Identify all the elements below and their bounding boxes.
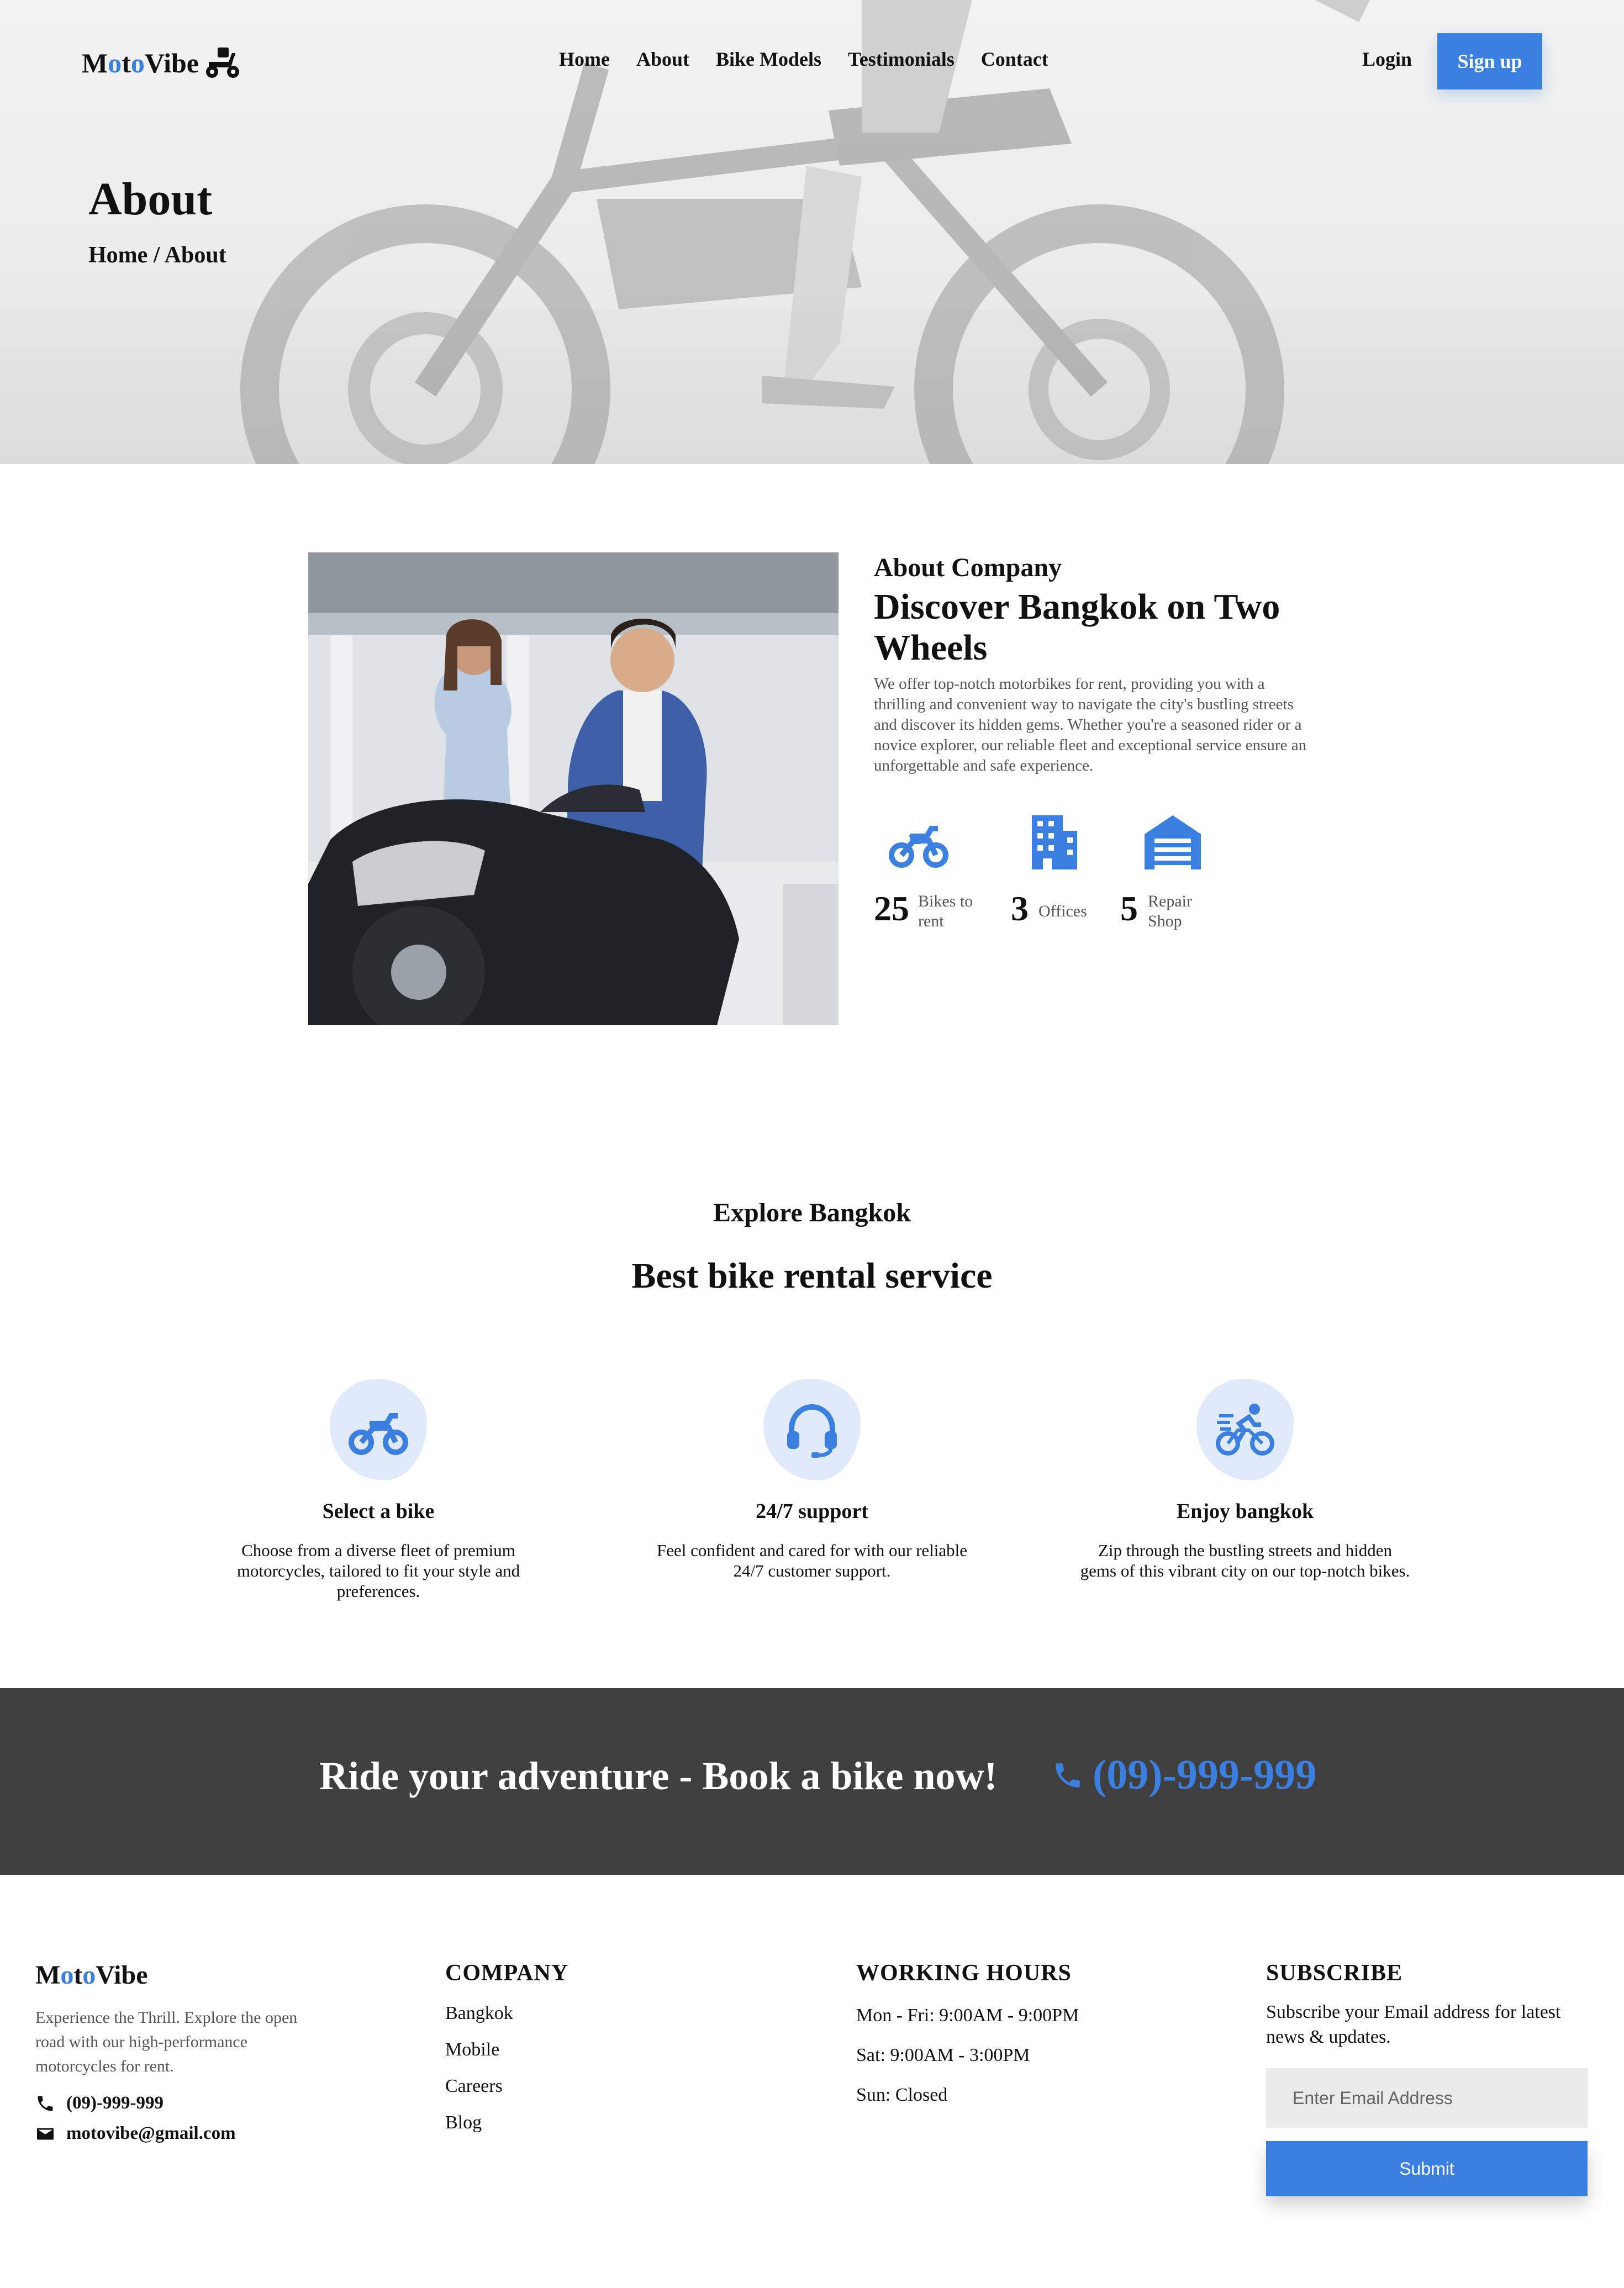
subscribe-description: Subscribe your Email address for latest …: [1266, 2002, 1561, 2047]
showroom-photo: [308, 552, 839, 1025]
service-card-select-bike: Select a bike Choose from a diverse flee…: [213, 1379, 544, 1601]
footer-tagline: Experience the Thrill. Explore the open …: [35, 2008, 298, 2075]
service-icon-bg: [1196, 1379, 1294, 1480]
login-link[interactable]: Login: [1362, 48, 1412, 71]
service-icon-bg: [330, 1379, 427, 1480]
footer-company-column: COMPANY Bangkok Mobile Careers Blog: [445, 1960, 568, 2133]
services-heading: Best bike rental service: [631, 1256, 993, 1296]
services-eyebrow: Explore Bangkok: [713, 1198, 911, 1227]
footer-subscribe-column: SUBSCRIBE Subscribe your Email address f…: [1266, 1960, 1624, 2196]
footer-link-careers[interactable]: Careers: [445, 2076, 568, 2097]
breadcrumb: Home / About: [88, 242, 226, 268]
footer-subscribe-heading: SUBSCRIBE: [1266, 1960, 1403, 1986]
stat-bikes-label: Bikes to rent: [918, 892, 973, 930]
cta-phone-number[interactable]: (09)-999-999: [1093, 1751, 1316, 1799]
signup-button[interactable]: Sign up: [1437, 33, 1542, 89]
about-eyebrow: About Company: [874, 553, 1062, 582]
footer-hours-column: WORKING HOURS Mon - Fri: 9:00AM - 9:00PM…: [856, 1960, 1079, 2106]
logo-text: t: [73, 1960, 83, 1990]
brand-logo[interactable]: Mo t o Vibe: [82, 45, 243, 81]
logo-text: Vibe: [96, 1960, 148, 1990]
mail-icon: [37, 2128, 54, 2139]
scooter-icon: [206, 48, 240, 78]
service-description: Feel confident and cared for with our re…: [656, 1541, 968, 1580]
stat-repair-label: Repair Shop: [1148, 892, 1192, 930]
service-title: Enjoy bangkok: [1176, 1500, 1314, 1523]
nav-link-contact[interactable]: Contact: [981, 48, 1048, 71]
footer-logo[interactable]: MotoVibe: [35, 1960, 323, 1990]
hours-sunday: Sun: Closed: [856, 2085, 948, 2105]
about-description: We offer top-notch motorbikes for rent, …: [874, 675, 1307, 774]
logo-text-accent: o: [82, 1960, 96, 1990]
logo-text: M: [35, 1960, 61, 1990]
logo-text-accent: o: [108, 48, 122, 78]
service-description: Zip through the bustling streets and hid…: [1080, 1541, 1410, 1580]
service-card-enjoy: Enjoy bangkok Zip through the bustling s…: [1079, 1379, 1411, 1581]
footer-link-mobile[interactable]: Mobile: [445, 2039, 568, 2060]
service-title: 24/7 support: [756, 1500, 868, 1523]
footer-phone[interactable]: (09)-999-999: [35, 2093, 323, 2113]
cta-phone[interactable]: (09)-999-999: [1052, 1751, 1316, 1799]
nav-link-testimonials[interactable]: Testimonials: [848, 48, 955, 71]
stat-repair-value: 5: [1120, 889, 1138, 928]
phone-icon: [1056, 1763, 1080, 1788]
garage-icon: [1145, 815, 1201, 869]
hero-banner: Mo t o Vibe Home About Bike Models Testimon…: [0, 0, 1624, 464]
service-card-support: 24/7 support Feel confident and cared fo…: [646, 1379, 978, 1581]
company-stats: 25 Bikes to rent 3 Offices 5 Repair Shop: [874, 812, 1316, 934]
footer-company-heading: COMPANY: [445, 1960, 569, 1986]
cyclist-icon: [1216, 1404, 1274, 1456]
stat-offices-label: Offices: [1038, 902, 1087, 920]
subscribe-submit-button[interactable]: Submit: [1266, 2141, 1588, 2196]
logo-text-accent: o: [60, 1960, 74, 1990]
service-description: Choose from a diverse fleet of premium m…: [236, 1541, 520, 1601]
about-company-text: About Company Discover Bangkok on Two Wh…: [874, 552, 1310, 776]
hours-saturday: Sat: 9:00AM - 3:00PM: [856, 2045, 1030, 2065]
top-nav: Mo t o Vibe Home About Bike Models Testimon…: [0, 0, 1624, 122]
nav-link-about[interactable]: About: [636, 48, 689, 71]
logo-text-accent: o: [130, 48, 145, 78]
headset-icon: [787, 1404, 837, 1458]
footer-email[interactable]: motovibe@gmail.com: [35, 2123, 323, 2144]
footer-link-bangkok[interactable]: Bangkok: [445, 2003, 568, 2024]
logo-text: M: [82, 48, 108, 78]
hours-weekdays: Mon - Fri: 9:00AM - 9:00PM: [856, 2005, 1079, 2026]
page-title: About: [88, 173, 213, 225]
footer-brand-column: MotoVibe Experience the Thrill. Explore …: [35, 1960, 323, 2144]
logo-text: Vibe: [144, 48, 199, 78]
about-heading: Discover Bangkok on Two Wheels: [874, 587, 1280, 668]
about-photo: [308, 552, 839, 1025]
stat-offices-value: 3: [1011, 889, 1029, 928]
footer-link-blog[interactable]: Blog: [445, 2112, 568, 2133]
footer-hours-heading: WORKING HOURS: [856, 1960, 1072, 1986]
logo-text: t: [122, 48, 131, 78]
service-icon-bg: [763, 1379, 861, 1480]
motorbike-icon: [349, 1413, 408, 1455]
motorbike-icon: [889, 826, 948, 868]
cta-text: Ride your adventure - Book a bike now!: [319, 1754, 998, 1798]
booking-cta-band: Ride your adventure - Book a bike now! (…: [0, 1688, 1624, 1875]
stat-bikes-value: 25: [874, 889, 909, 928]
service-title: Select a bike: [322, 1500, 435, 1523]
footer-email-address: motovibe@gmail.com: [66, 2123, 236, 2143]
office-building-icon: [1032, 815, 1077, 869]
subscribe-email-input[interactable]: [1266, 2068, 1588, 2128]
nav-link-bike-models[interactable]: Bike Models: [716, 48, 821, 71]
main-nav: Home About Bike Models Testimonials Cont…: [559, 48, 1048, 71]
footer-phone-number: (09)-999-999: [66, 2093, 164, 2113]
phone-icon: [38, 2096, 53, 2111]
nav-link-home[interactable]: Home: [559, 48, 610, 71]
